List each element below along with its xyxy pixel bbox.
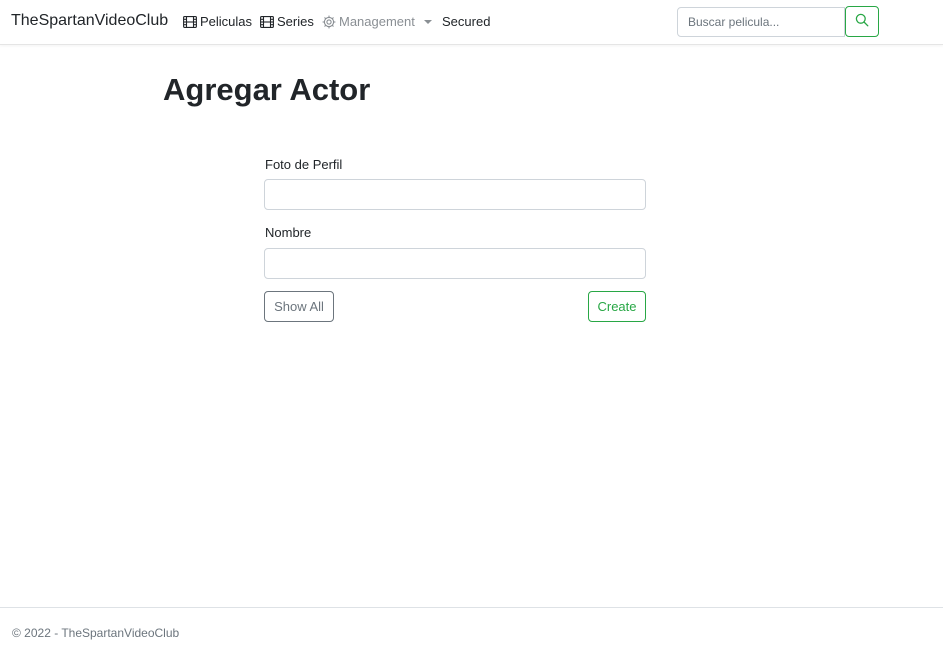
nav-link-label: Series <box>277 14 314 29</box>
gear-icon <box>322 15 336 29</box>
show-all-button[interactable]: Show All <box>264 291 334 322</box>
search-icon <box>855 13 869 30</box>
film-icon <box>183 15 197 28</box>
brand-link[interactable]: TheSpartanVideoClub <box>11 12 168 30</box>
foto-de-perfil-label: Foto de Perfil <box>265 157 343 172</box>
nav-link-label: Management <box>339 14 415 29</box>
film-icon <box>260 15 274 28</box>
nav-link-label: Secured <box>442 14 491 29</box>
nav-dropdown-management[interactable]: Management <box>322 14 432 29</box>
nombre-label: Nombre <box>265 225 312 240</box>
nav-link-secured[interactable]: Secured <box>442 14 490 29</box>
footer-copyright: © 2022 - TheSpartanVideoClub <box>12 626 180 640</box>
nombre-input[interactable] <box>264 248 646 279</box>
search-button[interactable] <box>845 6 879 37</box>
footer: © 2022 - TheSpartanVideoClub <box>0 607 943 648</box>
page-title: Agregar Actor <box>163 72 371 107</box>
nav-link-peliculas[interactable]: Peliculas <box>183 14 252 29</box>
search-input[interactable] <box>677 7 845 37</box>
nav-link-series[interactable]: Series <box>260 14 314 29</box>
top-navbar: TheSpartanVideoClub Peliculas Series Man… <box>0 0 943 45</box>
create-button[interactable]: Create <box>588 291 646 322</box>
chevron-down-icon <box>423 19 432 24</box>
foto-de-perfil-input[interactable] <box>264 179 646 210</box>
nav-link-label: Peliculas <box>200 14 253 29</box>
